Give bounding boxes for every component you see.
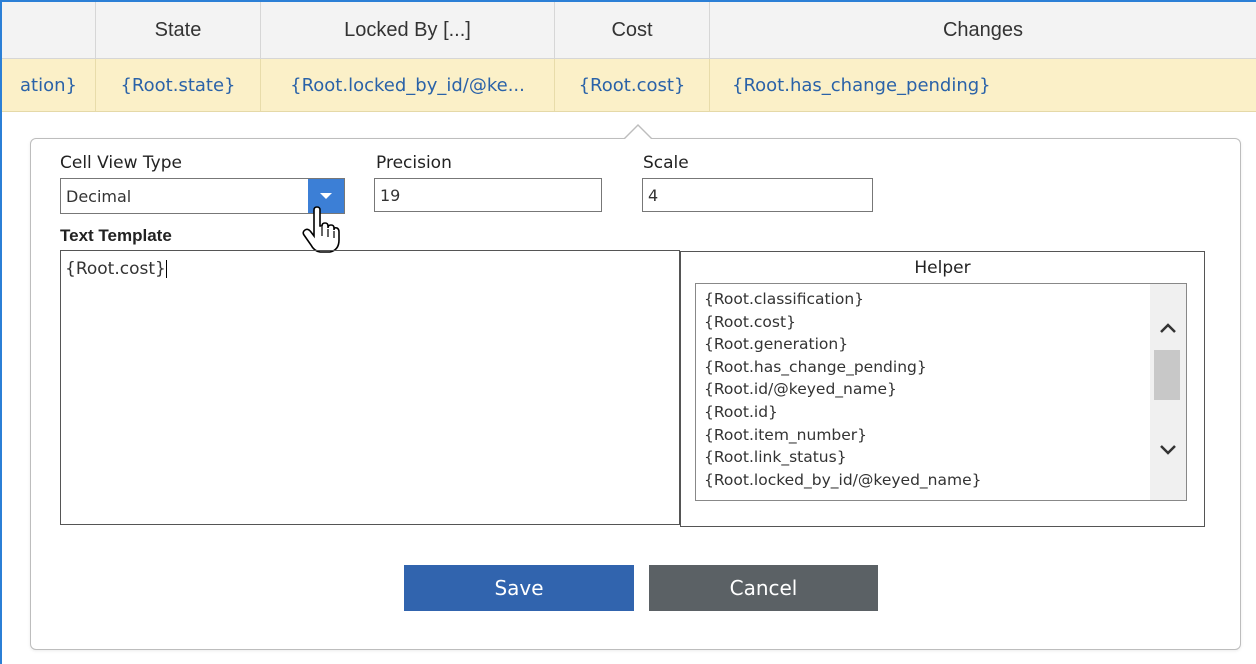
- helper-panel: Helper {Root.classification} {Root.cost}…: [680, 251, 1205, 527]
- column-header-cost[interactable]: Cost: [555, 2, 710, 58]
- cancel-button[interactable]: Cancel: [649, 565, 878, 611]
- helper-item[interactable]: {Root.locked_by_id/@keyed_name}: [704, 469, 1186, 492]
- helper-item[interactable]: {Root.id/@keyed_name}: [704, 378, 1186, 401]
- helper-item[interactable]: {Root.item_number}: [704, 424, 1186, 447]
- scroll-down-icon[interactable]: [1150, 434, 1186, 466]
- precision-input[interactable]: 19: [374, 178, 602, 212]
- helper-list[interactable]: {Root.classification} {Root.cost} {Root.…: [695, 283, 1187, 501]
- helper-item[interactable]: {Root.cost}: [704, 311, 1186, 334]
- text-caret: [165, 260, 167, 278]
- hand-cursor-icon: [302, 206, 340, 253]
- popup-pointer-fill: [624, 126, 652, 140]
- column-header-state[interactable]: State: [96, 2, 261, 58]
- helper-item[interactable]: {Root.has_change_pending}: [704, 356, 1186, 379]
- cell-classification[interactable]: ation}: [2, 59, 96, 111]
- cell-cost[interactable]: {Root.cost}: [555, 59, 710, 111]
- scrollbar-thumb[interactable]: [1154, 350, 1180, 400]
- scale-value: 4: [648, 185, 659, 205]
- save-button[interactable]: Save: [404, 565, 634, 611]
- column-header-changes[interactable]: Changes: [710, 2, 1256, 58]
- text-template-value: {Root.cost}: [65, 259, 166, 279]
- text-template-label: Text Template: [60, 226, 172, 245]
- helper-item[interactable]: {Root.classification}: [704, 288, 1186, 311]
- scale-label: Scale: [643, 153, 689, 173]
- cell-changes[interactable]: {Root.has_change_pending}: [710, 59, 1256, 111]
- precision-value: 19: [380, 185, 401, 205]
- cell-state[interactable]: {Root.state}: [96, 59, 261, 111]
- table-row[interactable]: ation} {Root.state} {Root.locked_by_id/@…: [2, 59, 1256, 112]
- cell-view-type-value: Decimal: [66, 186, 132, 206]
- scroll-up-icon[interactable]: [1150, 312, 1186, 344]
- column-header-locked-by[interactable]: Locked By [...]: [261, 2, 555, 58]
- cell-view-type-label: Cell View Type: [60, 153, 182, 173]
- cell-locked-by[interactable]: {Root.locked_by_id/@ke...: [261, 59, 555, 111]
- helper-title: Helper: [914, 258, 971, 278]
- helper-item[interactable]: {Root.generation}: [704, 333, 1186, 356]
- helper-item[interactable]: {Root.id}: [704, 401, 1186, 424]
- precision-label: Precision: [376, 153, 452, 173]
- text-template-input[interactable]: {Root.cost}: [60, 250, 680, 525]
- helper-scrollbar[interactable]: [1150, 284, 1186, 500]
- scale-input[interactable]: 4: [642, 178, 873, 212]
- grid-header: State Locked By [...] Cost Changes: [2, 2, 1256, 59]
- dropdown-arrow-icon: [320, 193, 332, 199]
- column-header-classification[interactable]: [2, 2, 96, 58]
- helper-item[interactable]: {Root.link_status}: [704, 446, 1186, 469]
